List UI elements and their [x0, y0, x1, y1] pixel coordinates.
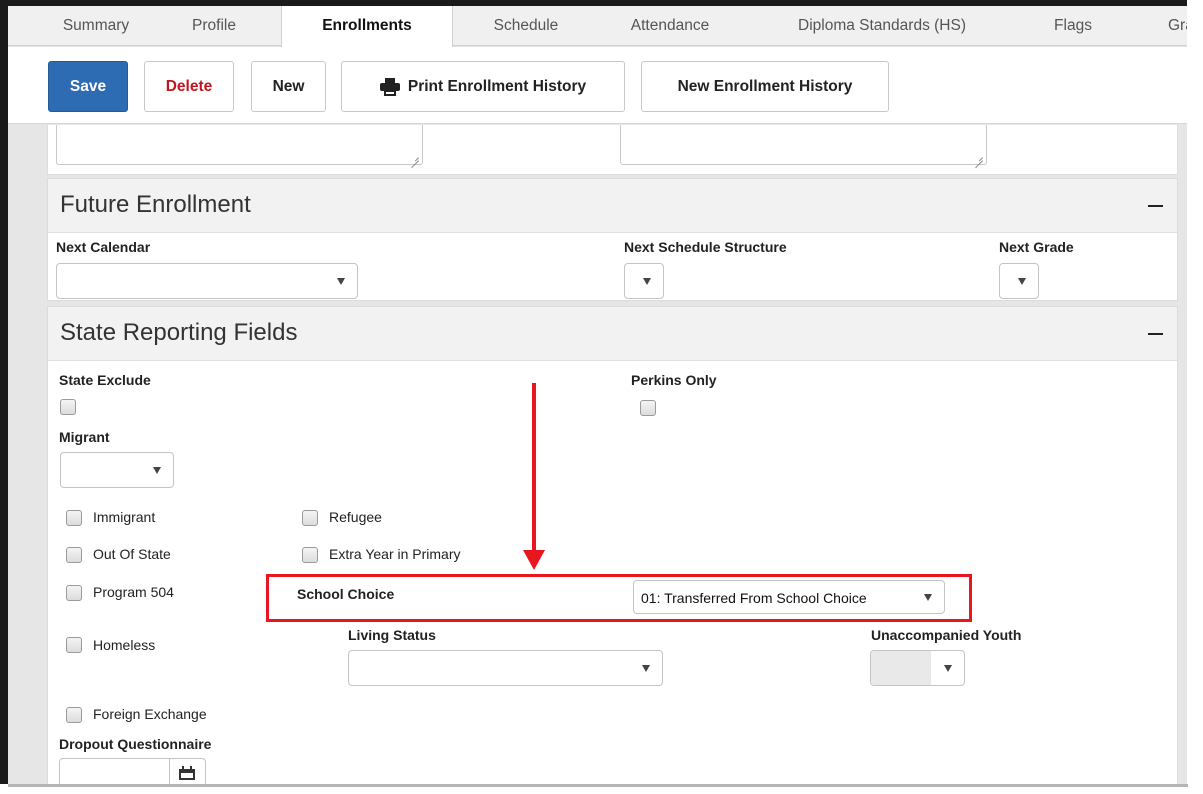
future-enrollment-title: Future Enrollment: [60, 191, 251, 218]
migrant-select[interactable]: [60, 452, 174, 488]
refugee-checkbox[interactable]: [302, 510, 318, 526]
unaccompanied-youth-label: Unaccompanied Youth: [871, 627, 1022, 643]
unaccompanied-youth-select[interactable]: [870, 650, 965, 686]
immigrant-checkbox[interactable]: [66, 510, 82, 526]
future-enrollment-header[interactable]: Future Enrollment: [48, 179, 1177, 233]
next-grade-select[interactable]: [999, 263, 1039, 299]
tab-summary[interactable]: Summary: [46, 6, 146, 46]
extra-year-checkbox[interactable]: [302, 547, 318, 563]
state-reporting-title: State Reporting Fields: [60, 319, 298, 346]
foreign-exchange-label: Foreign Exchange: [93, 706, 207, 722]
state-exclude-label: State Exclude: [59, 372, 151, 388]
save-button[interactable]: Save: [48, 61, 128, 112]
new-enrollment-history-button[interactable]: New Enrollment History: [641, 61, 889, 112]
living-status-select[interactable]: [348, 650, 663, 686]
tab-flags[interactable]: Flags: [1043, 6, 1103, 46]
chevron-down-icon: [643, 278, 651, 285]
frame-right: [1187, 0, 1203, 794]
chevron-down-icon: [153, 467, 161, 474]
print-enrollment-history-button[interactable]: Print Enrollment History: [341, 61, 625, 112]
next-schedule-structure-select[interactable]: [624, 263, 664, 299]
previous-panel: [47, 125, 1178, 175]
living-status-label: Living Status: [348, 627, 436, 643]
resize-grip-icon[interactable]: [975, 153, 983, 161]
collapse-icon[interactable]: [1148, 333, 1163, 335]
calendar-icon: [179, 766, 195, 780]
refugee-label: Refugee: [329, 509, 382, 525]
disabled-fill: [871, 651, 931, 685]
extra-year-label: Extra Year in Primary: [329, 546, 461, 562]
app-window: Summary Profile Enrollments Schedule Att…: [8, 6, 1188, 784]
immigrant-label: Immigrant: [93, 509, 156, 525]
migrant-label: Migrant: [59, 429, 110, 445]
out-of-state-label: Out Of State: [93, 546, 171, 562]
tab-attendance[interactable]: Attendance: [615, 6, 725, 46]
annotation-highlight-box: [266, 574, 972, 622]
next-calendar-label: Next Calendar: [56, 239, 151, 255]
next-calendar-select[interactable]: [56, 263, 358, 299]
chevron-down-icon: [337, 278, 345, 285]
program-504-checkbox[interactable]: [66, 585, 82, 601]
delete-button[interactable]: Delete: [144, 61, 234, 112]
tab-schedule[interactable]: Schedule: [471, 6, 581, 46]
calendar-button[interactable]: [170, 758, 206, 784]
chevron-down-icon: [944, 665, 952, 672]
frame-left: [0, 0, 8, 794]
state-reporting-panel: State Reporting Fields: [47, 306, 1178, 784]
homeless-label: Homeless: [93, 637, 156, 653]
tab-bar: Summary Profile Enrollments Schedule Att…: [8, 6, 1188, 47]
foreign-exchange-checkbox[interactable]: [66, 707, 82, 723]
next-grade-label: Next Grade: [999, 239, 1074, 255]
next-schedule-structure-label: Next Schedule Structure: [624, 239, 787, 255]
perkins-only-label: Perkins Only: [631, 372, 717, 388]
tab-diploma-standards[interactable]: Diploma Standards (HS): [776, 6, 988, 46]
state-exclude-checkbox[interactable]: [60, 399, 76, 415]
tab-grades[interactable]: Grades: [1168, 6, 1188, 46]
future-enrollment-panel: Future Enrollment Next Calendar Next Sch…: [47, 178, 1178, 301]
textarea-right[interactable]: [620, 125, 987, 165]
printer-icon: [379, 77, 400, 96]
perkins-only-checkbox[interactable]: [640, 400, 656, 416]
annotation-arrow-head: [523, 550, 545, 570]
horizontal-scrollbar[interactable]: [8, 784, 1188, 787]
dropout-questionnaire-date-input[interactable]: [59, 758, 170, 784]
tab-enrollments[interactable]: Enrollments: [281, 6, 453, 47]
chevron-down-icon: [1018, 278, 1026, 285]
homeless-checkbox[interactable]: [66, 637, 82, 653]
program-504-label: Program 504: [93, 584, 174, 600]
print-enrollment-history-label: Print Enrollment History: [407, 77, 587, 95]
collapse-icon[interactable]: [1148, 205, 1163, 207]
resize-grip-icon[interactable]: [411, 153, 419, 161]
toolbar: Save Delete New Print Enrollment History…: [8, 47, 1188, 124]
chevron-down-icon: [642, 665, 650, 672]
tab-profile[interactable]: Profile: [174, 6, 254, 46]
out-of-state-checkbox[interactable]: [66, 547, 82, 563]
state-reporting-header[interactable]: State Reporting Fields: [48, 307, 1177, 361]
new-button[interactable]: New: [251, 61, 326, 112]
annotation-arrow-shaft: [532, 383, 536, 553]
dropout-questionnaire-label: Dropout Questionnaire: [59, 736, 212, 752]
textarea-left[interactable]: [56, 125, 423, 165]
